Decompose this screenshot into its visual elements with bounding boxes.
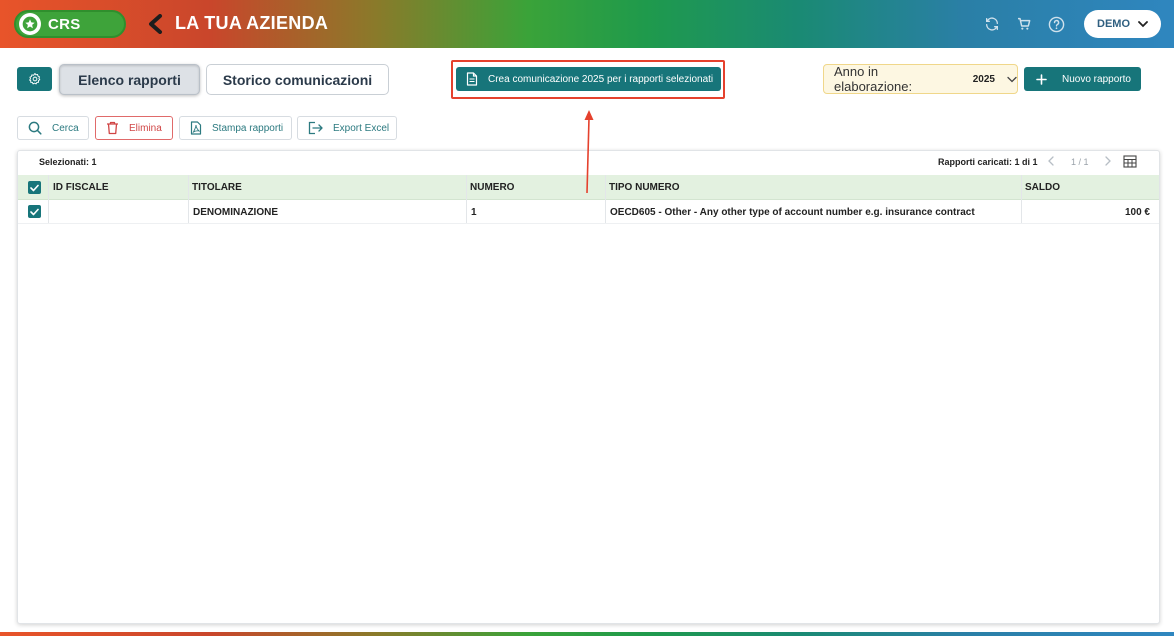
search-icon — [28, 121, 42, 135]
export-icon — [308, 121, 323, 135]
search-button[interactable]: Cerca — [17, 116, 89, 140]
new-report-button[interactable]: Nuovo rapporto — [1024, 67, 1141, 91]
tab-elenco-rapporti[interactable]: Elenco rapporti — [59, 64, 200, 95]
pager-pages: 1 / 1 — [1071, 157, 1089, 167]
user-menu-label: DEMO — [1097, 18, 1130, 30]
chevron-down-icon — [1138, 20, 1148, 28]
footer-stripe — [0, 632, 1174, 636]
settings-button[interactable] — [17, 67, 52, 91]
cell-titolare: DENOMINAZIONE — [193, 207, 278, 218]
cell-tipo-numero: OECD605 - Other - Any other type of acco… — [610, 207, 975, 218]
table-row[interactable] — [18, 200, 1159, 224]
app-name: CRS — [48, 15, 81, 33]
refresh-icon[interactable] — [982, 14, 1002, 34]
column-header-titolare[interactable]: TITOLARE — [192, 182, 242, 193]
app-switcher[interactable]: CRS — [14, 10, 126, 38]
year-value: 2025 — [972, 73, 995, 85]
pdf-icon — [190, 121, 202, 135]
delete-label: Elimina — [129, 122, 162, 134]
new-report-label: Nuovo rapporto — [1062, 73, 1131, 85]
star-icon — [19, 13, 41, 35]
table-icon[interactable] — [1123, 155, 1137, 168]
year-selector[interactable]: Anno in elaborazione: 2025 — [823, 64, 1018, 94]
column-header-saldo[interactable]: SALDO — [1025, 182, 1060, 193]
chevron-left-icon[interactable] — [1046, 155, 1056, 167]
user-menu-button[interactable]: DEMO — [1084, 10, 1161, 38]
tab-storico-comunicazioni[interactable]: Storico comunicazioni — [206, 64, 389, 95]
export-excel-button[interactable]: Export Excel — [297, 116, 397, 140]
gear-icon — [28, 72, 42, 86]
document-icon — [466, 72, 478, 86]
chevron-right-icon[interactable] — [1103, 155, 1113, 167]
chevron-left-icon[interactable] — [144, 12, 166, 36]
create-communication-button[interactable]: Crea comunicazione 2025 per i rapporti s… — [456, 67, 721, 91]
app-header: CRS LA TUA AZIENDA DEMO — [0, 0, 1174, 48]
select-all-checkbox[interactable] — [28, 181, 41, 194]
company-title: LA TUA AZIENDA — [175, 13, 329, 33]
loaded-count: Rapporti caricati: 1 di 1 — [938, 157, 1038, 167]
column-header-tipo-numero[interactable]: TIPO NUMERO — [609, 182, 680, 193]
create-communication-label: Crea comunicazione 2025 per i rapporti s… — [488, 73, 714, 85]
annotation-arrow — [584, 110, 594, 194]
export-excel-label: Export Excel — [333, 122, 390, 134]
print-reports-button[interactable]: Stampa rapporti — [179, 116, 292, 140]
year-label: Anno in elaborazione: — [834, 64, 913, 94]
row-checkbox[interactable] — [28, 205, 41, 218]
search-label: Cerca — [52, 122, 79, 134]
chevron-down-icon — [1007, 76, 1017, 83]
delete-button[interactable]: Elimina — [95, 116, 173, 140]
help-icon[interactable] — [1046, 14, 1066, 34]
cell-numero: 1 — [471, 207, 477, 218]
cart-icon[interactable] — [1014, 14, 1034, 34]
column-header-numero[interactable]: NUMERO — [470, 182, 514, 193]
plus-icon — [1036, 73, 1047, 85]
cell-saldo: 100 € — [1124, 207, 1150, 218]
trash-icon — [106, 121, 119, 135]
column-header-id-fiscale[interactable]: ID FISCALE — [53, 182, 109, 193]
print-reports-label: Stampa rapporti — [212, 122, 284, 134]
selected-count: Selezionati: 1 — [39, 157, 97, 167]
